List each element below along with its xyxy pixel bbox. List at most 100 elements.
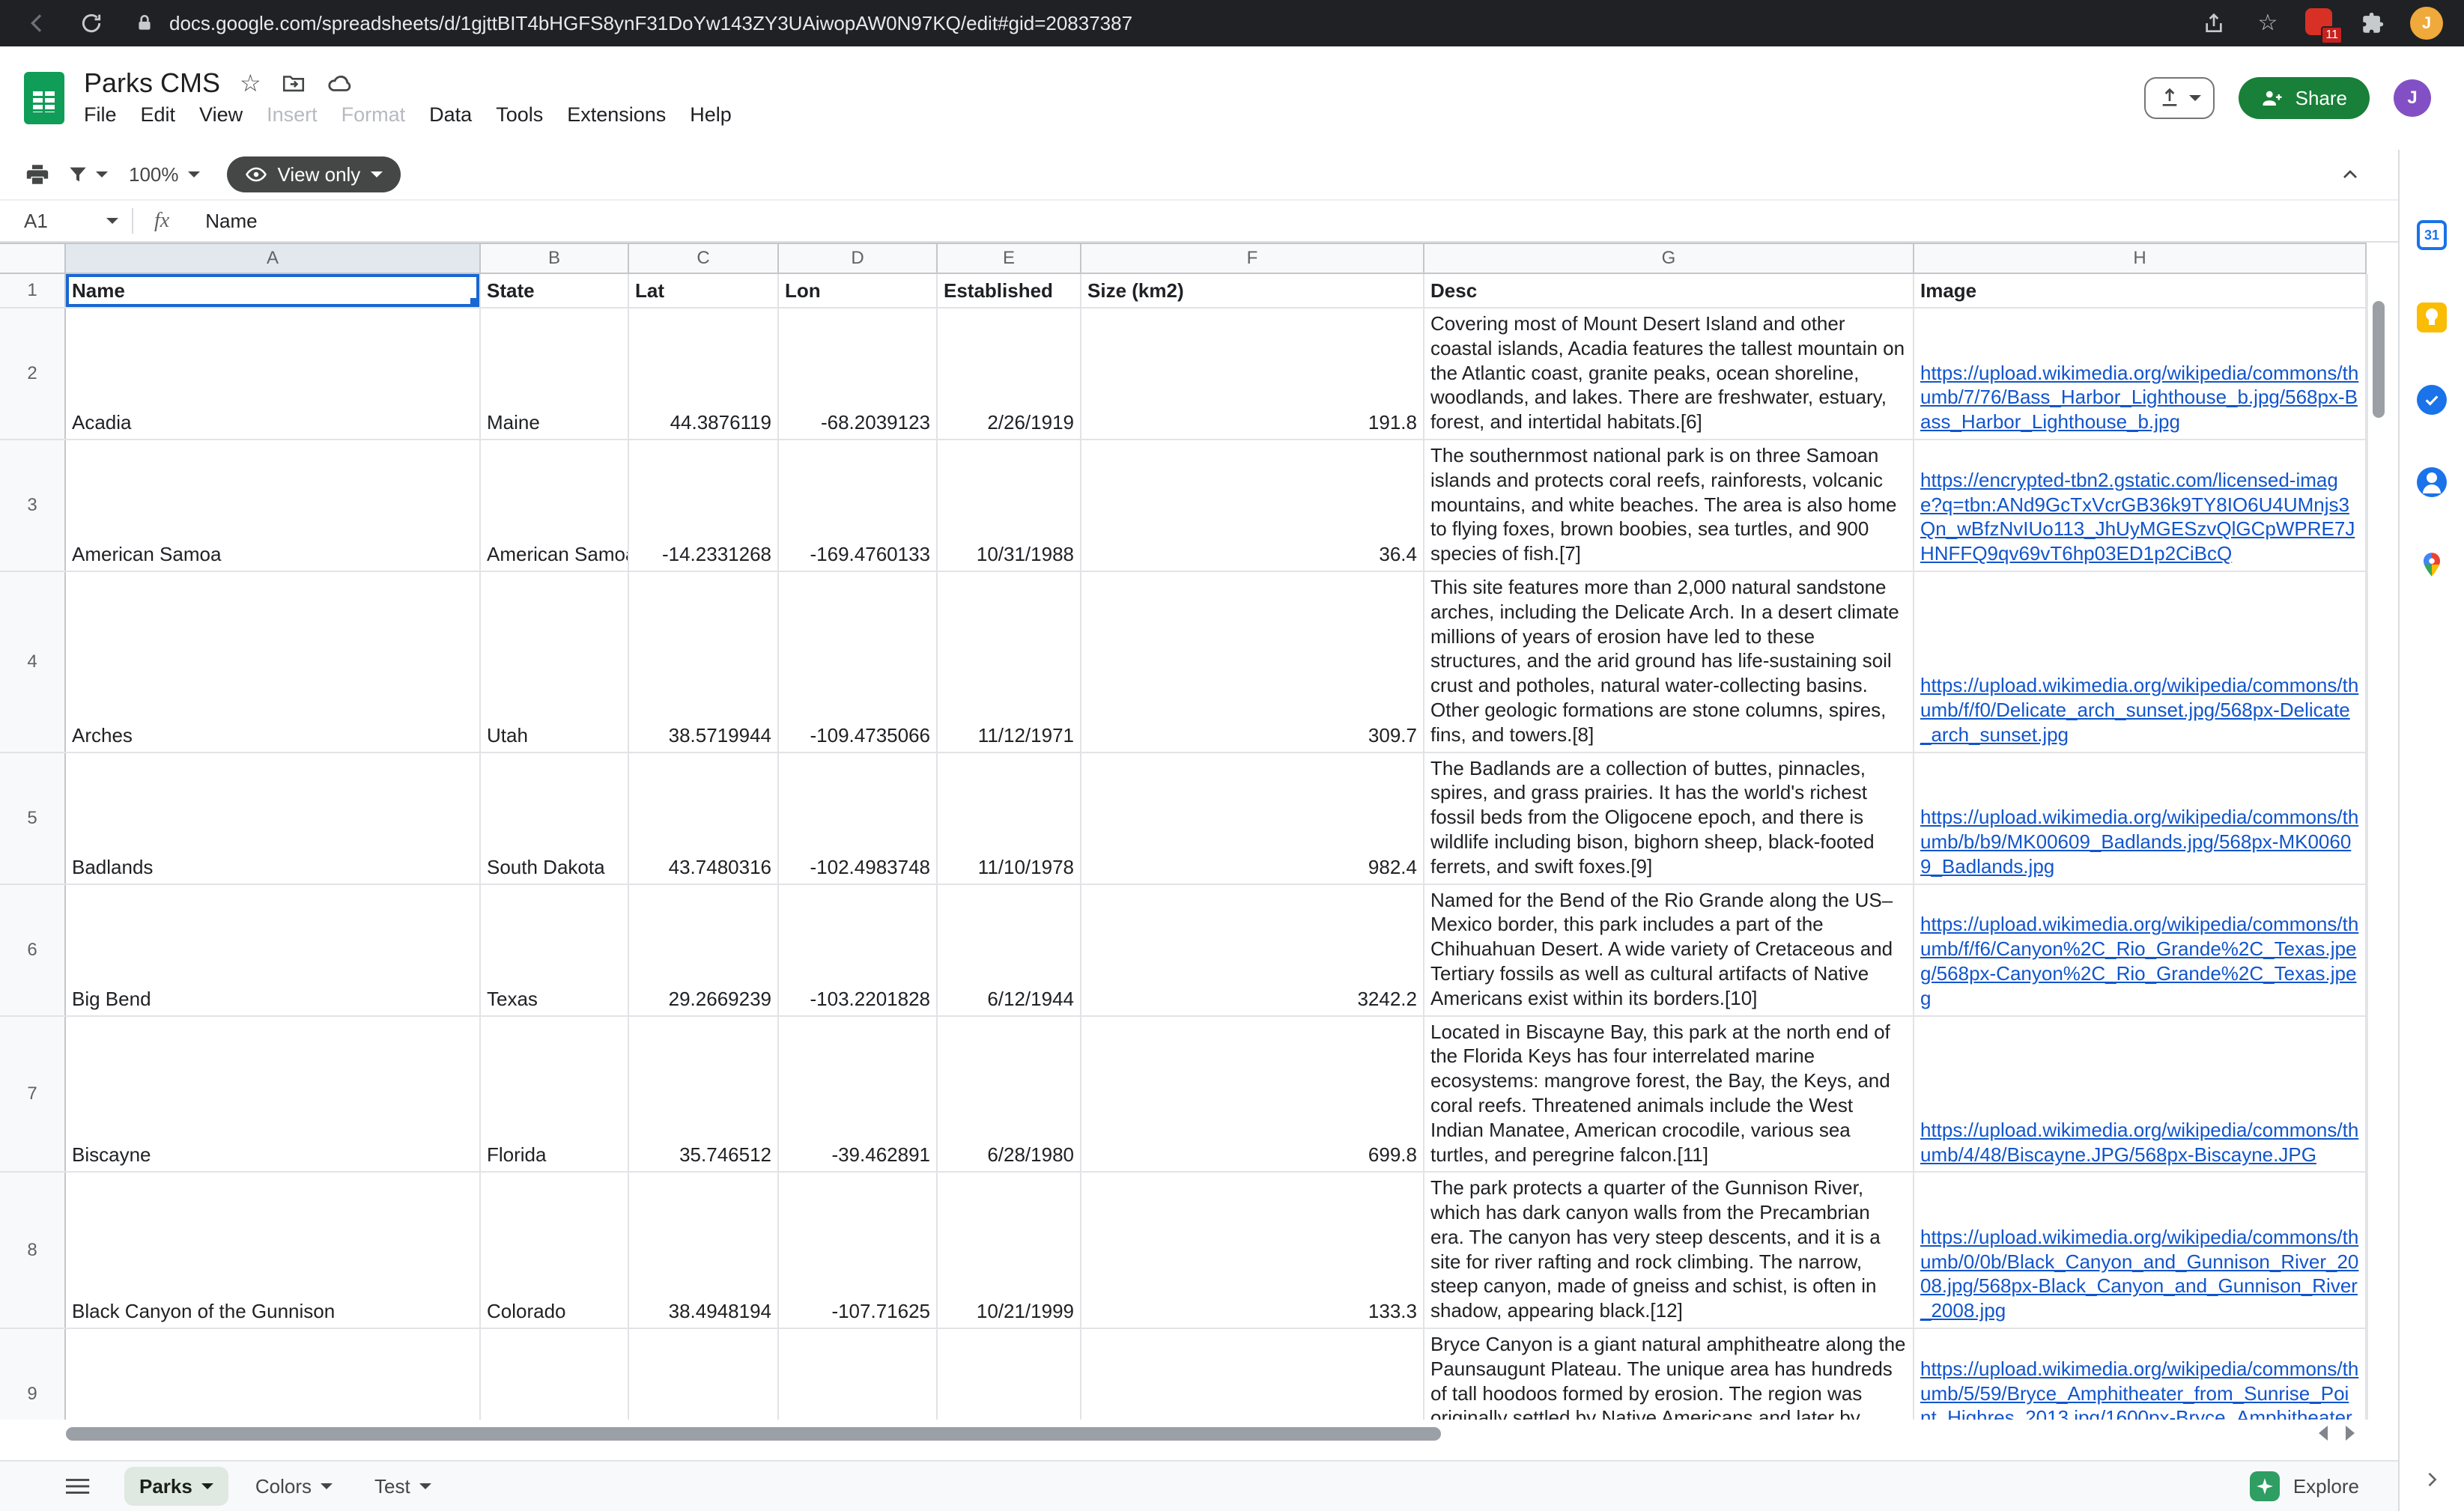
scroll-right-icon[interactable] xyxy=(2346,1426,2355,1441)
cell-name-row-3[interactable]: American Samoa xyxy=(66,440,481,571)
calendar-icon[interactable]: 31 xyxy=(2415,219,2448,252)
row-header-4[interactable]: 4 xyxy=(0,572,66,752)
cell-state-row-4[interactable]: Utah xyxy=(481,572,629,752)
cell-lat-row-3[interactable]: -14.2331268 xyxy=(629,440,779,571)
column-header-D[interactable]: D xyxy=(779,244,938,273)
maps-icon[interactable] xyxy=(2415,548,2448,581)
menu-view[interactable]: View xyxy=(187,100,255,130)
image-link[interactable]: https://upload.wikimedia.org/wikipedia/c… xyxy=(1920,673,2359,747)
cell-established-row-8[interactable]: 10/21/1999 xyxy=(938,1173,1081,1328)
cell-image-row-2[interactable]: https://upload.wikimedia.org/wikipedia/c… xyxy=(1914,308,2367,439)
column-header-A[interactable]: A xyxy=(66,244,481,273)
cell-size-row-3[interactable]: 36.4 xyxy=(1081,440,1424,571)
cell-lon-row-4[interactable]: -109.4735066 xyxy=(779,572,938,752)
cell-established-row-9[interactable]: 2/25/1928 xyxy=(938,1329,1081,1420)
cell-size-row-7[interactable]: 699.8 xyxy=(1081,1017,1424,1172)
column-header-E[interactable]: E xyxy=(938,244,1081,273)
sheet-tab-colors[interactable]: Colors xyxy=(240,1467,348,1506)
all-sheets-button[interactable] xyxy=(66,1474,91,1499)
cell-lat-row-5[interactable]: 43.7480316 xyxy=(629,753,779,884)
header-cell-state[interactable]: State xyxy=(481,274,629,307)
cell-size-row-5[interactable]: 982.4 xyxy=(1081,753,1424,884)
contacts-icon[interactable] xyxy=(2415,466,2448,499)
cell-desc-row-7[interactable]: Located in Biscayne Bay, this park at th… xyxy=(1424,1017,1914,1172)
cell-image-row-6[interactable]: https://upload.wikimedia.org/wikipedia/c… xyxy=(1914,885,2367,1015)
cell-state-row-5[interactable]: South Dakota xyxy=(481,753,629,884)
row-header-8[interactable]: 8 xyxy=(0,1173,66,1328)
filter-views-button[interactable] xyxy=(60,155,114,194)
column-header-B[interactable]: B xyxy=(481,244,629,273)
cell-state-row-2[interactable]: Maine xyxy=(481,308,629,439)
cell-established-row-4[interactable]: 11/12/1971 xyxy=(938,572,1081,752)
cell-lat-row-4[interactable]: 38.5719944 xyxy=(629,572,779,752)
extensions-puzzle-button[interactable] xyxy=(2356,7,2389,40)
cell-size-row-4[interactable]: 309.7 xyxy=(1081,572,1424,752)
cell-size-row-9[interactable]: 145 xyxy=(1081,1329,1424,1420)
cell-desc-row-4[interactable]: This site features more than 2,000 natur… xyxy=(1424,572,1914,752)
header-cell-name[interactable]: Name xyxy=(66,274,481,307)
menu-extensions[interactable]: Extensions xyxy=(555,100,678,130)
row-header-1[interactable]: 1 xyxy=(0,274,66,307)
cell-state-row-9[interactable]: Utah xyxy=(481,1329,629,1420)
move-folder-button[interactable] xyxy=(281,70,306,96)
cell-size-row-8[interactable]: 133.3 xyxy=(1081,1173,1424,1328)
cell-name-row-2[interactable]: Acadia xyxy=(66,308,481,439)
row-header-9[interactable]: 9 xyxy=(0,1329,66,1420)
cell-lon-row-3[interactable]: -169.4760133 xyxy=(779,440,938,571)
cell-lat-row-2[interactable]: 44.3876119 xyxy=(629,308,779,439)
sheet-tab-test[interactable]: Test xyxy=(359,1467,446,1506)
cell-lat-row-6[interactable]: 29.2669239 xyxy=(629,885,779,1015)
document-title[interactable]: Parks CMS xyxy=(84,67,220,99)
menu-data[interactable]: Data xyxy=(417,100,484,130)
print-button[interactable] xyxy=(18,155,57,194)
hide-menus-button[interactable] xyxy=(2338,162,2362,186)
cell-desc-row-6[interactable]: Named for the Bend of the Rio Grande alo… xyxy=(1424,885,1914,1015)
image-link[interactable]: https://upload.wikimedia.org/wikipedia/c… xyxy=(1920,1118,2359,1167)
address-bar[interactable]: docs.google.com/spreadsheets/d/1gjttBIT4… xyxy=(135,12,2176,35)
url-text[interactable]: docs.google.com/spreadsheets/d/1gjttBIT4… xyxy=(169,12,1132,35)
show-side-panel-button[interactable] xyxy=(2421,1469,2442,1490)
column-header-H[interactable]: H xyxy=(1914,244,2367,273)
column-header-G[interactable]: G xyxy=(1424,244,1914,273)
header-cell-desc[interactable]: Desc xyxy=(1424,274,1914,307)
cell-desc-row-9[interactable]: Bryce Canyon is a giant natural amphithe… xyxy=(1424,1329,1914,1420)
tasks-icon[interactable] xyxy=(2415,383,2448,416)
keep-icon[interactable] xyxy=(2415,301,2448,334)
cell-name-row-8[interactable]: Black Canyon of the Gunnison xyxy=(66,1173,481,1328)
image-link[interactable]: https://encrypted-tbn2.gstatic.com/licen… xyxy=(1920,468,2359,566)
cloud-saved-status-button[interactable] xyxy=(326,69,354,97)
selection-fill-handle[interactable] xyxy=(470,298,479,307)
cell-lon-row-7[interactable]: -39.462891 xyxy=(779,1017,938,1172)
cell-lon-row-6[interactable]: -103.2201828 xyxy=(779,885,938,1015)
open-in-app-button[interactable] xyxy=(2144,77,2215,119)
cell-lat-row-9[interactable]: 37.6215335 xyxy=(629,1329,779,1420)
cell-lon-row-5[interactable]: -102.4983748 xyxy=(779,753,938,884)
cell-name-row-7[interactable]: Biscayne xyxy=(66,1017,481,1172)
view-only-mode-button[interactable]: View only xyxy=(227,156,401,192)
image-link[interactable]: https://upload.wikimedia.org/wikipedia/c… xyxy=(1920,1357,2359,1420)
cell-lon-row-9[interactable]: -112.1549442 xyxy=(779,1329,938,1420)
menu-tools[interactable]: Tools xyxy=(484,100,555,130)
row-header-5[interactable]: 5 xyxy=(0,753,66,884)
adblock-extension-button[interactable]: 11 xyxy=(2305,8,2335,38)
row-header-6[interactable]: 6 xyxy=(0,885,66,1015)
row-header-2[interactable]: 2 xyxy=(0,308,66,439)
image-link[interactable]: https://upload.wikimedia.org/wikipedia/c… xyxy=(1920,1225,2359,1323)
cell-established-row-3[interactable]: 10/31/1988 xyxy=(938,440,1081,571)
scroll-left-icon[interactable] xyxy=(2319,1426,2328,1441)
row-header-7[interactable]: 7 xyxy=(0,1017,66,1172)
explore-button[interactable]: Explore xyxy=(2250,1471,2359,1501)
cell-image-row-5[interactable]: https://upload.wikimedia.org/wikipedia/c… xyxy=(1914,753,2367,884)
cell-state-row-6[interactable]: Texas xyxy=(481,885,629,1015)
cell-name-row-4[interactable]: Arches xyxy=(66,572,481,752)
share-page-button[interactable] xyxy=(2197,7,2230,40)
browser-back-button[interactable] xyxy=(21,7,54,40)
cell-desc-row-3[interactable]: The southernmost national park is on thr… xyxy=(1424,440,1914,571)
header-cell-lat[interactable]: Lat xyxy=(629,274,779,307)
menu-file[interactable]: File xyxy=(72,100,129,130)
cell-lat-row-8[interactable]: 38.4948194 xyxy=(629,1173,779,1328)
cell-lon-row-8[interactable]: -107.71625 xyxy=(779,1173,938,1328)
name-box[interactable]: A1 xyxy=(0,210,132,233)
image-link[interactable]: https://upload.wikimedia.org/wikipedia/c… xyxy=(1920,912,2359,1010)
cell-image-row-7[interactable]: https://upload.wikimedia.org/wikipedia/c… xyxy=(1914,1017,2367,1172)
